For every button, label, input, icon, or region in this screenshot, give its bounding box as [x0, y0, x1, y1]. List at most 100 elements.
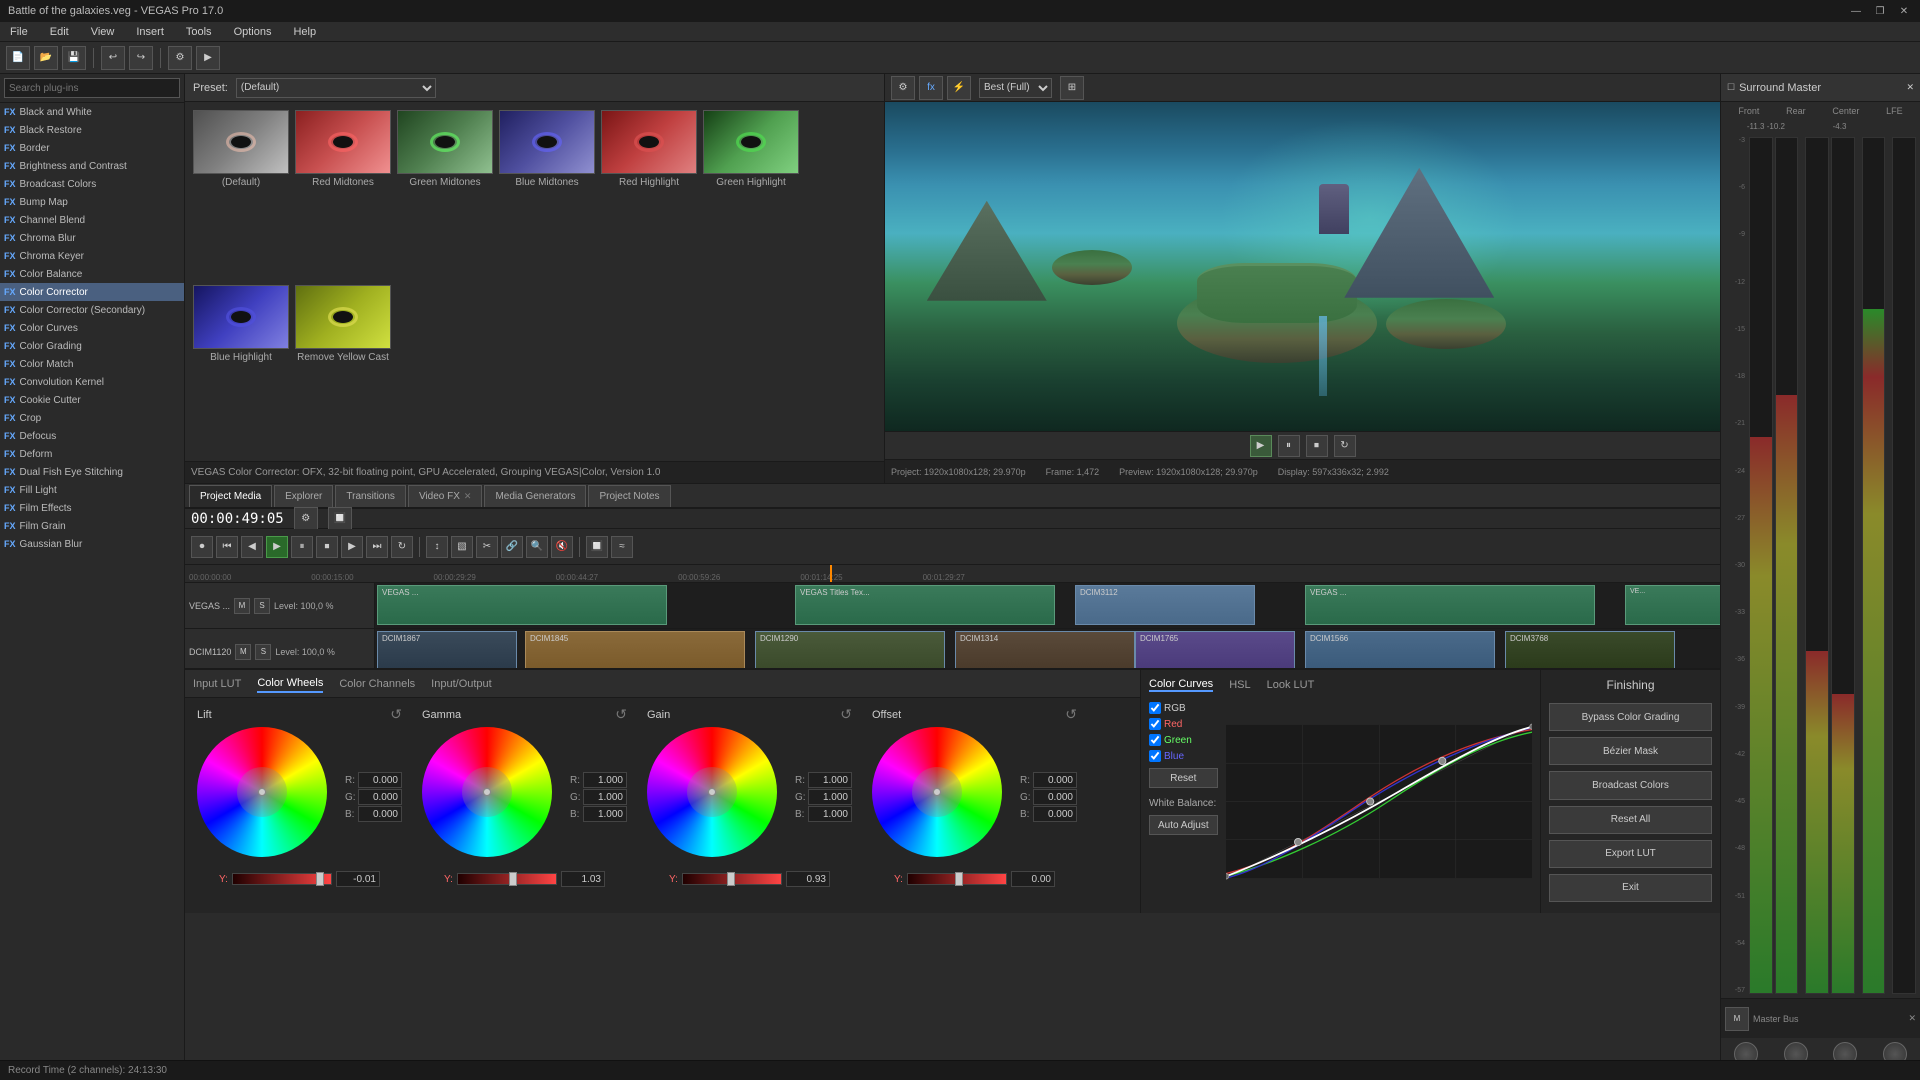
offset-reset[interactable]: ↺ [1065, 706, 1077, 723]
preset-select[interactable]: (Default) Red Midtones Green Midtones Bl… [236, 78, 436, 98]
curves-canvas-area[interactable] [1226, 698, 1532, 905]
tab-input-lut[interactable]: Input LUT [193, 676, 241, 692]
fwd-frame-btn[interactable]: ▶ [341, 536, 363, 558]
mute-btn[interactable]: 🔇 [551, 536, 573, 558]
select-btn[interactable]: ▧ [451, 536, 473, 558]
offset-g-input[interactable] [1033, 789, 1077, 805]
curve-point-2[interactable] [1366, 798, 1373, 805]
preset-blue-midtones[interactable]: Blue Midtones [499, 110, 595, 279]
tab-color-curves[interactable]: Color Curves [1149, 678, 1213, 692]
back-frame-btn[interactable]: ◀ [241, 536, 263, 558]
preset-remove-yellow[interactable]: Remove Yellow Cast [295, 285, 391, 454]
tab-input-output[interactable]: Input/Output [431, 676, 492, 692]
tab-color-channels[interactable]: Color Channels [339, 676, 415, 692]
tab-explorer[interactable]: Explorer [274, 485, 333, 507]
gamma-y-slider[interactable] [457, 873, 557, 885]
preview-settings-btn[interactable]: ⚙ [891, 76, 915, 100]
stop-button[interactable]: ⏹ [1306, 435, 1328, 457]
plugin-item-convolution[interactable]: FX Convolution Kernel [0, 373, 184, 391]
preset-red-highlight[interactable]: Red Highlight [601, 110, 697, 279]
curve-point-1[interactable] [1294, 838, 1301, 845]
clip-dcim1566[interactable]: DCIM1566 [1305, 631, 1495, 668]
green-checkbox[interactable] [1149, 734, 1161, 746]
plugin-item-filmgrain[interactable]: FX Film Grain [0, 517, 184, 535]
gain-reset[interactable]: ↺ [840, 706, 852, 723]
clip-dcim1845[interactable]: DCIM1845 [525, 631, 745, 668]
clip-dcim1765[interactable]: DCIM1765 [1135, 631, 1295, 668]
end-btn[interactable]: ⏭ [366, 536, 388, 558]
lift-wheel-canvas[interactable] [197, 727, 337, 867]
plugin-item-filllight[interactable]: FX Fill Light [0, 481, 184, 499]
menu-view[interactable]: View [87, 24, 119, 40]
preset-default[interactable]: (Default) [193, 110, 289, 279]
plugin-item-border[interactable]: FX Border [0, 139, 184, 157]
gain-g-input[interactable] [808, 789, 852, 805]
curve-end-point[interactable] [1529, 724, 1532, 729]
plugin-item-channelblend[interactable]: FX Channel Blend [0, 211, 184, 229]
plugin-item-gaussianblur[interactable]: FX Gaussian Blur [0, 535, 184, 553]
rewind-btn[interactable]: ⏮ [216, 536, 238, 558]
plugin-item-filmeffects[interactable]: FX Film Effects [0, 499, 184, 517]
gain-b-input[interactable] [808, 806, 852, 822]
gain-color-wheel[interactable] [647, 727, 777, 857]
menu-options[interactable]: Options [230, 24, 276, 40]
gamma-color-wheel[interactable] [422, 727, 552, 857]
menu-file[interactable]: File [6, 24, 32, 40]
preset-green-highlight[interactable]: Green Highlight [703, 110, 799, 279]
gamma-slider-thumb[interactable] [509, 872, 517, 886]
master-close[interactable]: ✕ [1908, 1013, 1916, 1024]
clip-dcim1290[interactable]: DCIM1290 [755, 631, 945, 668]
clip-dcim3112[interactable]: DCIM3112 [1075, 585, 1255, 625]
clip-vegas-1[interactable]: VEGAS ... [377, 585, 667, 625]
save-button[interactable]: 💾 [62, 46, 86, 70]
settings-button[interactable]: ⚙ [168, 46, 192, 70]
offset-slider-thumb[interactable] [955, 872, 963, 886]
new-button[interactable]: 📄 [6, 46, 30, 70]
broadcast-colors-button[interactable]: Broadcast Colors [1549, 771, 1712, 799]
offset-y-input[interactable] [1011, 871, 1055, 887]
plugin-item-blackwhite[interactable]: FX Black and White [0, 103, 184, 121]
lift-slider-thumb[interactable] [316, 872, 324, 886]
preview-quality-select[interactable]: Best (Full) Good (Full) Draft (Full) [979, 78, 1052, 98]
plugin-item-colorgrading[interactable]: FX Color Grading [0, 337, 184, 355]
lift-y-input[interactable] [336, 871, 380, 887]
cut-btn[interactable]: ✂ [476, 536, 498, 558]
green-check-label[interactable]: Green [1149, 734, 1218, 746]
gain-y-slider[interactable] [682, 873, 782, 885]
open-button[interactable]: 📂 [34, 46, 58, 70]
gain-wheel-canvas[interactable] [647, 727, 787, 867]
tab-transitions[interactable]: Transitions [335, 485, 406, 507]
exit-button[interactable]: Exit [1549, 874, 1712, 902]
ripple-btn[interactable]: ≈ [611, 536, 633, 558]
clip-vegas-3[interactable]: VEGAS ... [1305, 585, 1595, 625]
close-button[interactable]: ✕ [1896, 3, 1912, 19]
redo-button[interactable]: ↪ [129, 46, 153, 70]
reset-curves-button[interactable]: Reset [1149, 768, 1218, 788]
gamma-r-input[interactable] [583, 772, 627, 788]
clip-dcim1867[interactable]: DCIM1867 [377, 631, 517, 668]
lift-y-slider[interactable] [232, 873, 332, 885]
plugin-item-colorcorrectorsec[interactable]: FX Color Corrector (Secondary) [0, 301, 184, 319]
gain-r-input[interactable] [808, 772, 852, 788]
timeline-settings-btn[interactable]: ⚙ [294, 507, 318, 531]
undo-button[interactable]: ↩ [101, 46, 125, 70]
preview-split-btn[interactable]: ⚡ [947, 76, 971, 100]
cursor-btn[interactable]: ↕ [426, 536, 448, 558]
export-lut-button[interactable]: Export LUT [1549, 840, 1712, 868]
plugin-item-blackrestore[interactable]: FX Black Restore [0, 121, 184, 139]
tab-videofx[interactable]: Video FX ✕ [408, 485, 483, 507]
lift-r-input[interactable] [358, 772, 402, 788]
blue-checkbox[interactable] [1149, 750, 1161, 762]
track-mute-1[interactable]: M [234, 598, 250, 614]
lift-reset[interactable]: ↺ [390, 706, 402, 723]
gamma-wheel-canvas[interactable] [422, 727, 562, 867]
clip-vegas-titles[interactable]: VEGAS Titles Tex... [795, 585, 1055, 625]
plugin-item-crop[interactable]: FX Crop [0, 409, 184, 427]
loop-button[interactable]: ↻ [1334, 435, 1356, 457]
plugin-item-defocus[interactable]: FX Defocus [0, 427, 184, 445]
clip-dcim3768[interactable]: DCIM3768 [1505, 631, 1675, 668]
gain-y-input[interactable] [786, 871, 830, 887]
preview-fx-btn[interactable]: fx [919, 76, 943, 100]
plugin-item-dualfish[interactable]: FX Dual Fish Eye Stitching [0, 463, 184, 481]
menu-help[interactable]: Help [289, 24, 320, 40]
